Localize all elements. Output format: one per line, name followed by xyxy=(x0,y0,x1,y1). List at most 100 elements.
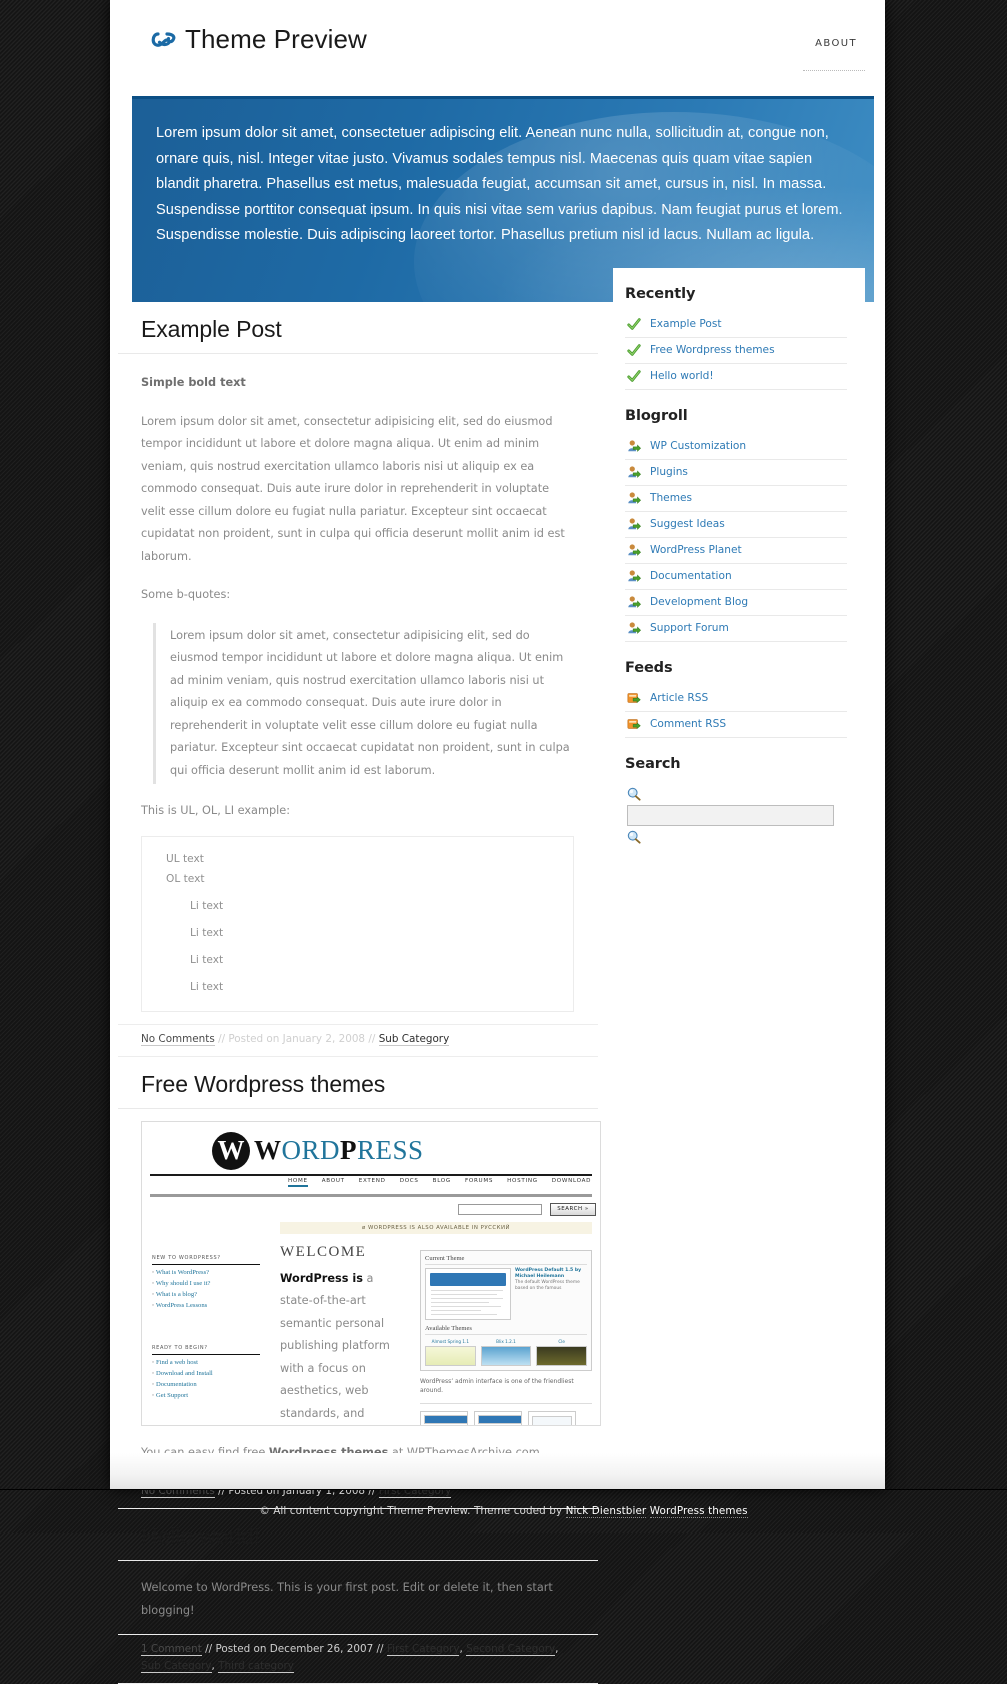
list-item[interactable]: WP Customization xyxy=(625,434,847,460)
wp-left-link: What is a blog? xyxy=(152,1291,260,1298)
wp-left-link: Find a web host xyxy=(152,1359,260,1366)
list-item[interactable]: Hello world! xyxy=(625,364,847,390)
user-arrow-icon xyxy=(628,466,641,478)
sidebar-link[interactable]: Documentation xyxy=(650,570,732,582)
sidebar-link[interactable]: Themes xyxy=(650,492,692,504)
wp-search-button: SEARCH » xyxy=(550,1202,596,1216)
wp-nav-home: HOME xyxy=(288,1178,308,1187)
green-check-icon xyxy=(627,344,641,356)
list-item[interactable]: Themes xyxy=(625,486,847,512)
wp-left-link: Documentation xyxy=(152,1381,260,1388)
wp-paragraph-1: WordPress is a state-of-the-art semantic… xyxy=(280,1268,408,1425)
wp-nav-forums: FORUMS xyxy=(464,1177,494,1184)
sidebar-link[interactable]: Suggest Ideas xyxy=(650,518,725,530)
site-title: Theme Preview xyxy=(185,24,367,54)
category-link[interactable]: Second Category xyxy=(466,1643,556,1656)
meta-separator: // xyxy=(205,1643,213,1655)
comments-link[interactable]: 1 Comment xyxy=(141,1643,202,1656)
wp-admin-caption: WordPress’ admin interface is one of the… xyxy=(420,1377,574,1394)
list-item[interactable]: Support Forum xyxy=(625,616,847,642)
footer-author-link[interactable]: Nick Dienstbier xyxy=(565,1505,647,1518)
user-arrow-icon xyxy=(628,570,641,582)
wp-welcome-heading: WELCOME xyxy=(280,1243,367,1260)
post-paragraph: Welcome to WordPress. This is your first… xyxy=(141,1581,553,1617)
user-arrow-icon xyxy=(628,596,641,608)
wp-thumb xyxy=(420,1410,468,1425)
list-item[interactable]: Plugins xyxy=(625,460,847,486)
sidebar-link[interactable]: Support Forum xyxy=(650,622,729,634)
wp-available-themes-row: Almost Spring 1.1 Blix 1.2.1 Cle xyxy=(425,1338,588,1366)
list-item[interactable]: Article RSS xyxy=(625,686,847,712)
sidebar-link[interactable]: Development Blog xyxy=(650,596,748,608)
main-nav: ABOUT xyxy=(815,38,857,53)
wp-nav-about: ABOUT xyxy=(321,1177,345,1184)
wp-theme-desc: WordPress Default 1.5 by Michael Heilema… xyxy=(515,1268,587,1320)
list-item[interactable]: WordPress Planet xyxy=(625,538,847,564)
wp-theme-label: Blix 1.2.1 xyxy=(496,1338,516,1344)
sidebar-heading-search: Search xyxy=(625,756,681,772)
post-example-post: Example Post Simple bold text Lorem ipsu… xyxy=(118,302,598,1057)
sidebar-link[interactable]: Article RSS xyxy=(650,692,708,704)
sidebar-link[interactable]: Plugins xyxy=(650,466,688,478)
list-item[interactable]: Free Wordpress themes xyxy=(625,338,847,364)
green-check-icon xyxy=(627,318,641,330)
list-item[interactable]: Suggest Ideas xyxy=(625,512,847,538)
magnifier-icon[interactable] xyxy=(627,830,641,844)
wp-left-link: Why should I use it? xyxy=(152,1280,260,1287)
wp-theme-subdesc: The default WordPress theme based on the… xyxy=(515,1279,580,1291)
list-item[interactable]: Documentation xyxy=(625,564,847,590)
category-link[interactable]: Third category xyxy=(218,1660,294,1673)
wp-theme-label: Almost Spring 1.1 xyxy=(431,1338,469,1344)
search-input[interactable] xyxy=(627,805,834,826)
wp-search-input xyxy=(458,1203,542,1215)
page-container: Theme Preview ABOUT Lorem ipsum dolor si… xyxy=(110,0,885,1684)
category-link[interactable]: First Category xyxy=(386,1643,460,1656)
sidebar-link[interactable]: WordPress Planet xyxy=(650,544,742,556)
sidebar-link[interactable]: Example Post xyxy=(650,318,722,330)
wp-nav-blog: BLOG xyxy=(432,1177,451,1184)
post-title[interactable]: Free Wordpress themes xyxy=(118,1057,598,1109)
post-meta: No Comments // Posted on January 2, 2008… xyxy=(118,1023,598,1057)
wp-thumb xyxy=(528,1410,576,1425)
wp-thumb xyxy=(474,1410,522,1425)
wp-left-link: What is WordPress? xyxy=(152,1269,260,1276)
sidebar-link[interactable]: Hello world! xyxy=(650,370,714,382)
post-title[interactable]: Example Post xyxy=(118,302,598,354)
wordpress-homepage-render: W WORDPRESS HOME ABOUT EXTEND DOCS BLOG … xyxy=(142,1121,600,1425)
wp-divider xyxy=(420,1402,592,1404)
list-item[interactable]: Example Post xyxy=(625,312,847,338)
sidebar-list-blogroll: WP Customization Plugins Themes Suggest … xyxy=(625,434,847,642)
user-arrow-icon xyxy=(628,622,641,634)
category-link[interactable]: Sub Category xyxy=(141,1660,212,1673)
sidebar: Recently Example Post Free Wordpress the… xyxy=(613,268,865,867)
list-example-box: UL text OL text Li text Li text Li text … xyxy=(141,835,574,1012)
wp-left-column: NEW TO WORDPRESS? What is WordPress? Why… xyxy=(152,1255,260,1399)
post-blockquote: Lorem ipsum dolor sit amet, consectetur … xyxy=(153,622,574,784)
wordpress-logo: W WORDPRESS xyxy=(212,1131,424,1170)
sidebar-link[interactable]: Free Wordpress themes xyxy=(650,344,775,356)
footer-themes-link[interactable]: WordPress themes xyxy=(649,1505,748,1518)
sidebar-heading-recently: Recently xyxy=(625,286,696,302)
category-link[interactable]: Sub Category xyxy=(378,1032,450,1046)
search-icon-bottom-row[interactable] xyxy=(625,828,847,847)
sidebar-link[interactable]: Comment RSS xyxy=(650,718,726,730)
nav-item-about[interactable]: ABOUT xyxy=(815,38,857,53)
list-item[interactable]: Comment RSS xyxy=(625,712,847,738)
comments-link[interactable]: No Comments xyxy=(141,1032,215,1046)
wp-left-group-2: READY TO BEGIN? Find a web host Download… xyxy=(152,1345,260,1399)
wp-theme-label: Cle xyxy=(558,1338,566,1344)
list-item: Li text xyxy=(190,926,224,939)
wp-available-themes-heading: Available Themes xyxy=(425,1325,587,1335)
post-date: Posted on January 2, 2008 xyxy=(228,1032,366,1045)
post-hello-world: Hello world! Welcome to WordPress. This … xyxy=(118,1509,598,1684)
site-logo[interactable]: Theme Preview xyxy=(149,24,367,55)
list-item[interactable]: Development Blog xyxy=(625,590,847,616)
nav-underline xyxy=(803,70,865,71)
list-item: Li text xyxy=(190,980,224,993)
wp-russian-banner: ø WORDPRESS IS ALSO AVAILABLE IN РУССКИЙ xyxy=(280,1221,592,1234)
wp-nav: HOME ABOUT EXTEND DOCS BLOG FORUMS HOSTI… xyxy=(288,1178,591,1187)
sidebar-link[interactable]: WP Customization xyxy=(650,440,746,452)
wp-theme-name: WordPress Default 1.5 by Michael Heilema… xyxy=(515,1267,582,1279)
page-bottom-fade xyxy=(110,1453,885,1489)
wp-rule xyxy=(150,1173,592,1176)
